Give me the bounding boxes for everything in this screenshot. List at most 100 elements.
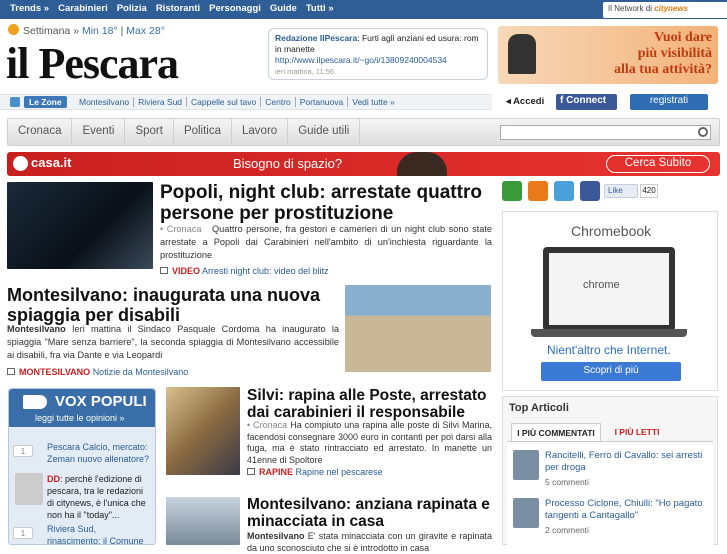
network-link[interactable]: Il Network di citynews	[603, 2, 727, 18]
vox-item[interactable]: 1 Pescara Calcio, mercato: Zeman nuovo al…	[13, 441, 151, 469]
list-icon	[7, 368, 15, 375]
weather-label: Settimana »	[23, 25, 80, 37]
tweet-url[interactable]: http://www.ilpescara.it/~go/i/1380924000…	[275, 55, 447, 65]
laptop-image: chrome	[543, 247, 675, 331]
email-icon[interactable]	[502, 181, 522, 201]
tweet-box[interactable]: Redazione IlPescara: Furti agli anziani …	[268, 28, 488, 80]
promo-line1: Vuoi dare	[654, 30, 712, 45]
facebook-connect-button[interactable]: f Connect	[556, 94, 617, 110]
list-icon	[160, 267, 168, 274]
twitter-icon[interactable]	[554, 181, 574, 201]
login-label: Accedi	[513, 96, 545, 107]
related-link[interactable]: Notizie da Montesilvano	[93, 367, 189, 377]
vox-author: DD	[47, 474, 60, 484]
nav-guide[interactable]: Guide	[270, 3, 297, 17]
article-summary: • Cronaca Quattro persone, fra gestori e…	[160, 223, 492, 262]
search-input[interactable]	[500, 125, 711, 140]
zone-portanuova[interactable]: Portanuova	[296, 97, 349, 107]
nav-trends[interactable]: Trends »	[10, 3, 49, 17]
top-articles-box: Top Articoli I PIÙ COMMENTATI I PIÙ LETT…	[502, 396, 718, 545]
article-title[interactable]: Popoli, night club: arrestate quattro pe…	[160, 182, 490, 224]
promo-line2: più visibilità	[637, 46, 712, 61]
article-title[interactable]: Montesilvano: inaugurata una nuova spiag…	[7, 285, 337, 325]
tab-cronaca[interactable]: Cronaca	[8, 119, 73, 145]
tab-most-commented[interactable]: I PIÙ COMMENTATI	[511, 423, 601, 441]
tab-guide-utili[interactable]: Guide utili	[288, 119, 361, 145]
ad-title: Chromebook	[571, 223, 652, 239]
related-link[interactable]: Rapine nel pescarese	[296, 467, 383, 477]
comment-count: 2 commenti	[545, 525, 589, 535]
facebook-icon[interactable]	[580, 181, 600, 201]
top-bar: Trends » Carabinieri Polizia Ristoranti …	[0, 0, 727, 19]
tab-politica[interactable]: Politica	[174, 119, 233, 145]
vox-read-all-link[interactable]: leggi tutte le opinioni »	[35, 413, 125, 423]
article-section: Montesilvano	[7, 324, 66, 334]
article-title[interactable]: Silvi: rapina alle Poste, arrestato dai …	[247, 387, 492, 421]
article-body: Quattro persone, fra gestori e camerieri…	[160, 224, 492, 260]
vox-item[interactable]: DD: perchè l'edizione di pescara, tra le…	[13, 473, 151, 520]
zone-riviera-sud[interactable]: Riviera Sud	[134, 97, 188, 107]
casa-cta-button[interactable]: Cerca Subito	[606, 155, 710, 173]
laptop-base	[531, 329, 687, 337]
article-related[interactable]: RAPINE Rapine nel pescarese	[247, 467, 383, 477]
article-photo-rapina[interactable]	[166, 387, 240, 475]
tweet-author[interactable]: Redazione IlPescara	[275, 33, 357, 43]
article-section: Montesilvano	[247, 531, 305, 541]
article-photo-nightclub[interactable]	[7, 182, 153, 269]
ad-cta-button[interactable]: Scopri di più	[541, 362, 681, 381]
facebook-like-button[interactable]: Like	[604, 184, 638, 198]
related-key: MONTESILVANO	[19, 367, 91, 377]
article-related[interactable]: VIDEO Arresti night club: video del blit…	[160, 266, 329, 276]
promo-banner[interactable]: Vuoi dare più visibilità alla tua attività…	[498, 26, 718, 84]
chromebook-ad[interactable]: Chromebook chrome Nient'altro che Intern…	[502, 211, 718, 391]
search-icon[interactable]	[698, 127, 708, 137]
vox-header[interactable]: VOX POPULI leggi tutte le opinioni »	[9, 389, 155, 427]
nav-carabinieri[interactable]: Carabinieri	[58, 3, 108, 17]
zone-centro[interactable]: Centro	[261, 97, 296, 107]
related-key: RAPINE	[259, 467, 294, 477]
nav-ristoranti[interactable]: Ristoranti	[156, 3, 200, 17]
site-logo[interactable]: il Pescara	[6, 40, 179, 88]
top-article-item[interactable]: Rancitelli, Ferro di Cavallo: sei arrest…	[513, 450, 713, 487]
register-button[interactable]: registrati	[630, 94, 708, 110]
weather-widget[interactable]: Settimana » Min 18° | Max 28°	[8, 24, 165, 37]
sun-icon	[8, 24, 19, 35]
article-related[interactable]: MONTESILVANO Notizie da Montesilvano	[7, 367, 188, 377]
tab-sport[interactable]: Sport	[125, 119, 174, 145]
tab-lavoro[interactable]: Lavoro	[232, 119, 289, 145]
ad-tagline: Nient'altro che Internet.	[547, 343, 671, 357]
tweet-time: ieri mattina, 11:56	[275, 67, 335, 76]
zone-cappelle[interactable]: Cappelle sul tavo	[187, 97, 262, 107]
nav-polizia[interactable]: Polizia	[117, 3, 147, 17]
temp-max: Max 28°	[126, 25, 165, 37]
tab-most-read[interactable]: I PIÙ LETTI	[607, 423, 667, 441]
article-summary: • Cronaca Ha compiuto una rapina alle po…	[247, 420, 492, 466]
casa-banner[interactable]: casa.it Bisogno di spazio? Cerca Subito	[7, 152, 720, 176]
casa-logo-icon	[13, 156, 28, 171]
login-link[interactable]: ◂ Accedi	[506, 96, 544, 107]
top-article-title[interactable]: Rancitelli, Ferro di Cavallo: sei arrest…	[545, 450, 713, 474]
banner-photo	[397, 152, 447, 176]
zone-vedi-tutte[interactable]: Vedi tutte »	[348, 97, 399, 107]
zone-montesilvano[interactable]: Montesilvano	[75, 97, 135, 107]
article-summary: Montesilvano Ieri mattina il Sindaco Pas…	[7, 323, 339, 362]
network-brand: citynews	[654, 4, 689, 13]
top-article-item[interactable]: Processo Ciclone, Chiulli: "Ho pagato ta…	[513, 498, 713, 535]
like-label: Like	[608, 186, 623, 195]
rss-icon[interactable]	[528, 181, 548, 201]
vox-item[interactable]: 1 Riviera Sud, rinascimento: il Comune	[13, 523, 151, 547]
vox-item-text: : perchè l'edizione di pescara, tra le r…	[47, 474, 146, 520]
article-thumbnail	[513, 450, 539, 480]
temp-min: Min 18°	[81, 25, 118, 37]
zones-label[interactable]: Le Zone	[24, 96, 67, 108]
article-photo-beach[interactable]	[345, 285, 491, 372]
article-title[interactable]: Montesilvano: anziana rapinata e minacci…	[247, 496, 492, 530]
top-article-title[interactable]: Processo Ciclone, Chiulli: "Ho pagato ta…	[545, 498, 713, 522]
related-link[interactable]: Arresti night club: video del blitz	[202, 266, 329, 276]
vox-title: VOX POPULI	[55, 393, 147, 410]
nav-personaggi[interactable]: Personaggi	[209, 3, 261, 17]
article-photo-anziana[interactable]	[166, 497, 240, 545]
vox-count: 1	[13, 445, 33, 457]
nav-tutti[interactable]: Tutti »	[306, 3, 334, 17]
tab-eventi[interactable]: Eventi	[72, 119, 126, 145]
